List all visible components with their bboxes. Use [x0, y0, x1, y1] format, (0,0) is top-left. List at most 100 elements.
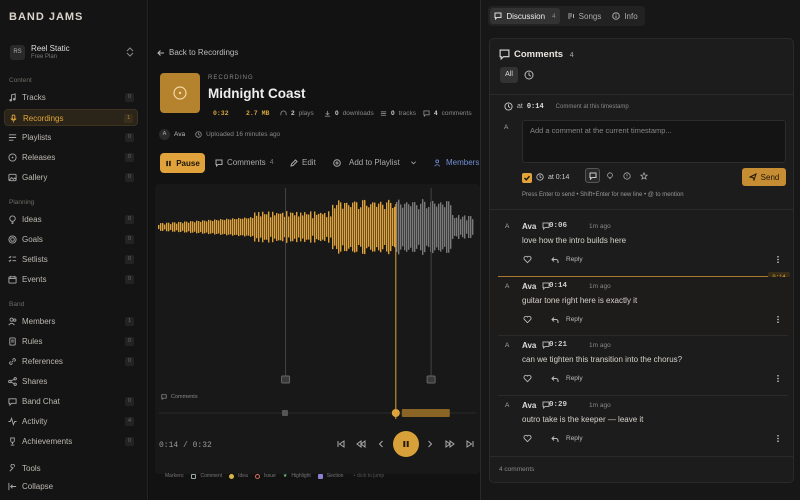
- comment-timestamp[interactable]: 0:06: [549, 222, 567, 230]
- section-content-label[interactable]: Content: [9, 77, 32, 84]
- waveform-bar: [234, 219, 236, 235]
- collapse-button[interactable]: Collapse: [4, 478, 138, 495]
- filter-all[interactable]: All: [500, 67, 518, 83]
- comments-button[interactable]: Comments 4: [215, 158, 274, 167]
- issue-icon[interactable]: [623, 172, 631, 180]
- heart-icon[interactable]: [523, 315, 532, 324]
- lightbulb-icon[interactable]: [606, 172, 614, 180]
- timestamp-checkbox[interactable]: [522, 173, 532, 183]
- chevron-right-icon[interactable]: [425, 439, 435, 449]
- skip-end-icon[interactable]: [465, 439, 475, 449]
- comment-icon: [215, 159, 223, 167]
- more-vertical-icon[interactable]: [776, 374, 780, 383]
- link-icon: [9, 358, 16, 365]
- marker-idea-label[interactable]: Idea: [238, 473, 248, 479]
- waveform-bar: [246, 218, 248, 236]
- heart-icon[interactable]: [523, 374, 532, 383]
- comment-timestamp[interactable]: 0:14: [549, 282, 567, 290]
- waveform-bar: [372, 202, 374, 252]
- reply-icon: [551, 257, 559, 263]
- sidebar-item-tracks[interactable]: Tracks 0: [4, 89, 138, 106]
- reply-button[interactable]: Reply: [566, 435, 583, 442]
- chevron-left-icon[interactable]: [376, 439, 386, 449]
- rewind-icon[interactable]: [356, 439, 366, 449]
- waveform[interactable]: [155, 184, 480, 474]
- sidebar-item-tools[interactable]: Tools: [4, 460, 138, 477]
- back-link[interactable]: Back to Recordings: [157, 48, 238, 57]
- sidebar-item-shares[interactable]: Shares: [4, 373, 138, 390]
- reply-button[interactable]: Reply: [566, 375, 583, 382]
- filter-timestamped[interactable]: [521, 67, 537, 83]
- target-icon: [8, 235, 17, 244]
- comment-timestamp[interactable]: 0:29: [549, 401, 567, 409]
- more-vertical-icon[interactable]: [776, 255, 780, 264]
- waveform-bar: [414, 202, 416, 252]
- sidebar-item-activity[interactable]: Activity 4: [4, 413, 138, 430]
- marker-highlight-label[interactable]: Highlight: [291, 473, 310, 479]
- reply-button[interactable]: Reply: [566, 256, 583, 263]
- sidebar-item-events[interactable]: Events 0: [4, 271, 138, 288]
- uploader-avatar: A: [159, 129, 170, 140]
- skip-start-icon[interactable]: [336, 439, 346, 449]
- sidebar-item-goals[interactable]: Goals 0: [4, 231, 138, 248]
- waveform-bar: [290, 212, 292, 242]
- waveform-bar: [332, 204, 334, 250]
- reply-icon: [551, 317, 559, 323]
- workspace-switcher[interactable]: RS Reel Static Free Plan: [5, 40, 139, 65]
- edit-button[interactable]: Edit: [290, 158, 316, 167]
- more-vertical-icon[interactable]: [776, 315, 780, 324]
- sidebar-item-setlists[interactable]: Setlists 0: [4, 251, 138, 268]
- fast-forward-icon[interactable]: [445, 439, 455, 449]
- more-vertical-icon[interactable]: [776, 434, 780, 443]
- section-band-label[interactable]: Band: [9, 301, 24, 308]
- tab-discussion[interactable]: Discussion 4: [490, 8, 560, 24]
- tab-info[interactable]: Info: [608, 8, 642, 24]
- star-icon[interactable]: [640, 172, 648, 180]
- send-button[interactable]: Send: [742, 168, 786, 186]
- workspace-plan: Free Plan: [31, 54, 58, 60]
- waveform-bar: [242, 218, 244, 236]
- sidebar-item-recordings[interactable]: Recordings 1: [4, 109, 138, 126]
- waveform-bar: [402, 207, 404, 247]
- type-comment-button[interactable]: [585, 168, 600, 183]
- sidebar-item-band-chat[interactable]: Band Chat 0: [4, 393, 138, 410]
- comment-input[interactable]: Add a comment at the current timestamp..…: [522, 120, 786, 163]
- tab-songs[interactable]: Songs: [564, 8, 604, 24]
- comment-marker[interactable]: [426, 375, 436, 384]
- uploader: A Ava Uploaded 16 minutes ago: [159, 129, 280, 140]
- pause-button[interactable]: Pause: [160, 153, 205, 173]
- waveform-bar: [226, 218, 228, 236]
- lane-comment-marker[interactable]: [282, 410, 288, 416]
- waveform-bar: [316, 214, 318, 240]
- lane-current-marker[interactable]: [391, 409, 400, 417]
- sidebar-item-references[interactable]: References 0: [4, 353, 138, 370]
- add-to-playlist-button[interactable]: Add to Playlist: [333, 158, 417, 167]
- marker-issue-label[interactable]: Issue: [264, 473, 276, 479]
- marker-comment-label[interactable]: Comment: [200, 473, 222, 479]
- composer-timestamp: at 0:14 Comment at this timestamp: [504, 102, 629, 111]
- members-button[interactable]: Members: [434, 158, 479, 167]
- waveform-bar: [272, 211, 274, 243]
- sidebar-item-members[interactable]: Members 1: [4, 313, 138, 330]
- section-planning-label[interactable]: Planning: [9, 199, 34, 206]
- reply-button[interactable]: Reply: [566, 316, 583, 323]
- sidebar-item-gallery[interactable]: Gallery 0: [4, 169, 138, 186]
- heart-icon[interactable]: [523, 434, 532, 443]
- sidebar-item-label: Tracks: [22, 93, 46, 102]
- sidebar-item-achievements[interactable]: Achievements 0: [4, 433, 138, 450]
- waveform-bar: [182, 223, 184, 231]
- waveform-container[interactable]: Comments: [155, 184, 480, 474]
- marker-section-label[interactable]: Section: [327, 473, 344, 479]
- recording-cover: [160, 73, 200, 113]
- waveform-bar: [442, 204, 444, 250]
- waveform-bar: [382, 204, 384, 250]
- comment-marker[interactable]: [281, 375, 291, 384]
- sidebar-item-releases[interactable]: Releases 0: [4, 149, 138, 166]
- sidebar-item-playlists[interactable]: Playlists 0: [4, 129, 138, 146]
- lane-comment-preview[interactable]: [401, 409, 450, 417]
- sidebar-item-ideas[interactable]: Ideas 0: [4, 211, 138, 228]
- sidebar-item-rules[interactable]: Rules 0: [4, 333, 138, 350]
- comment-timestamp[interactable]: 0:21: [549, 341, 567, 349]
- heart-icon[interactable]: [523, 255, 532, 264]
- play-pause-button[interactable]: [393, 431, 419, 457]
